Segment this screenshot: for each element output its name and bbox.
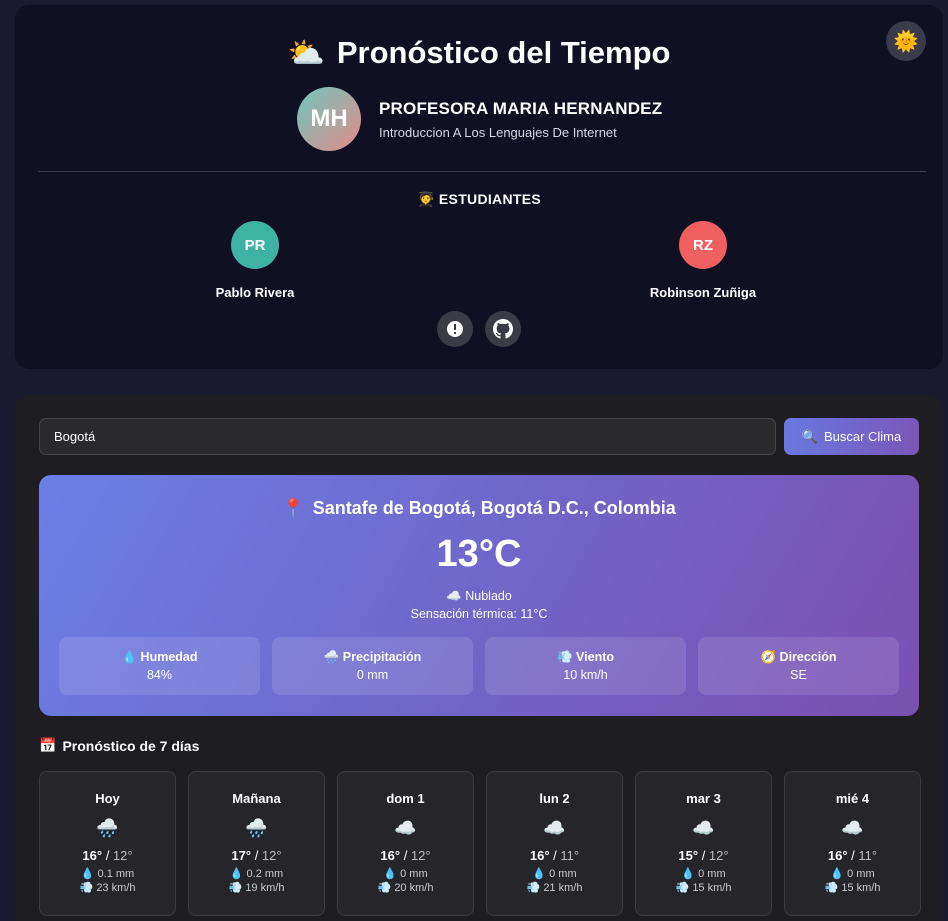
pin-icon: 📍	[282, 498, 305, 518]
students-heading: 🧑‍🎓 ESTUDIANTES	[416, 191, 542, 207]
wind-icon: 💨	[556, 650, 573, 664]
cloud-icon: ☁️	[543, 818, 566, 838]
student-name: Robinson Zuñiga	[649, 285, 757, 300]
search-input[interactable]	[39, 418, 776, 455]
student-icon: 🧑‍🎓	[416, 191, 435, 207]
course-name: Introduccion A Los Lenguajes De Internet	[379, 124, 617, 140]
droplet-icon: 💧	[80, 868, 95, 880]
cloud-icon: ☁️	[394, 818, 417, 838]
forecast-day: mar 3 ☁️ 15° / 12° 💧 0 mm 💨 15 km/h	[635, 771, 772, 916]
rain-cloud-icon: 🌧️	[323, 650, 340, 664]
droplet-icon: 💧	[229, 868, 244, 880]
compass-icon: 🧭	[760, 650, 777, 664]
forecast-day: Mañana 🌧️ 17° / 12° 💧 0.2 mm 💨 19 km/h	[188, 771, 325, 916]
professor-name: PROFESORA MARIA HERNANDEZ	[379, 98, 663, 118]
cloud-icon: ☁️	[841, 818, 864, 838]
forecast-day: Hoy 🌧️ 16° / 12° 💧 0.1 mm 💨 23 km/h	[39, 771, 176, 916]
weather-stats: 💧 Humedad 84% 🌧️ Precipitación 0 mm 💨 Vi…	[59, 637, 899, 695]
info-icon	[447, 321, 463, 337]
info-button[interactable]	[437, 311, 473, 347]
page-title: ⛅ Pronóstico del Tiempo	[287, 35, 671, 70]
stat-wind: 💨 Viento 10 km/h	[485, 637, 686, 695]
wind-icon: 💨	[526, 882, 541, 894]
search-icon: 🔍	[801, 428, 818, 444]
cloud-icon: ☁️	[692, 818, 715, 838]
feels-like: Sensación térmica: 11°C	[410, 607, 548, 621]
student-name: Pablo Rivera	[215, 285, 295, 300]
droplet-icon: 💧	[121, 650, 138, 664]
droplet-icon: 💧	[532, 868, 547, 880]
wind-icon: 💨	[228, 882, 243, 894]
stat-direction: 🧭 Dirección SE	[698, 637, 899, 695]
student-card: RZ Robinson Zuñiga	[623, 221, 783, 300]
professor-avatar: MH	[297, 87, 361, 151]
stat-humidity: 💧 Humedad 84%	[59, 637, 260, 695]
wind-icon: 💨	[79, 882, 94, 894]
social-links	[437, 311, 521, 347]
rain-cloud-icon: 🌧️	[245, 818, 268, 838]
forecast-day: dom 1 ☁️ 16° / 12° 💧 0 mm 💨 20 km/h	[337, 771, 474, 916]
droplet-icon: 💧	[681, 868, 696, 880]
professor-info: MH PROFESORA MARIA HERNANDEZ Introduccio…	[297, 87, 662, 151]
student-card: PR Pablo Rivera	[175, 221, 335, 300]
student-avatar: RZ	[679, 221, 727, 269]
cloud-icon: ☁️	[446, 589, 462, 603]
student-avatar: PR	[231, 221, 279, 269]
forecast-heading: 📅 Pronóstico de 7 días	[39, 737, 200, 754]
github-button[interactable]	[485, 311, 521, 347]
stat-precipitation: 🌧️ Precipitación 0 mm	[272, 637, 473, 695]
github-icon	[493, 319, 513, 339]
calendar-icon: 📅	[39, 737, 57, 753]
main-card: 🔍 Buscar Clima 📍 Santafe de Bogotá, Bogo…	[15, 395, 943, 921]
wind-icon: 💨	[377, 882, 392, 894]
divider	[38, 171, 926, 172]
location: 📍 Santafe de Bogotá, Bogotá D.C., Colomb…	[282, 498, 676, 518]
wind-icon: 💨	[675, 882, 690, 894]
forecast-day: lun 2 ☁️ 16° / 11° 💧 0 mm 💨 21 km/h	[486, 771, 623, 916]
droplet-icon: 💧	[830, 868, 845, 880]
header-card: 🌞 ⛅ Pronóstico del Tiempo MH PROFESORA M…	[15, 5, 943, 369]
search-button[interactable]: 🔍 Buscar Clima	[784, 418, 919, 455]
wind-icon: 💨	[824, 882, 839, 894]
sun-behind-cloud-icon: ⛅	[287, 36, 325, 70]
forecast-day: mié 4 ☁️ 16° / 11° 💧 0 mm 💨 15 km/h	[784, 771, 921, 916]
droplet-icon: 💧	[383, 868, 398, 880]
weather-condition: ☁️ Nublado	[446, 589, 512, 603]
current-weather-card: 📍 Santafe de Bogotá, Bogotá D.C., Colomb…	[39, 475, 919, 716]
forecast-list: Hoy 🌧️ 16° / 12° 💧 0.1 mm 💨 23 km/h Maña…	[39, 771, 921, 916]
current-temperature: 13°C	[436, 533, 522, 575]
rain-cloud-icon: 🌧️	[96, 818, 119, 838]
